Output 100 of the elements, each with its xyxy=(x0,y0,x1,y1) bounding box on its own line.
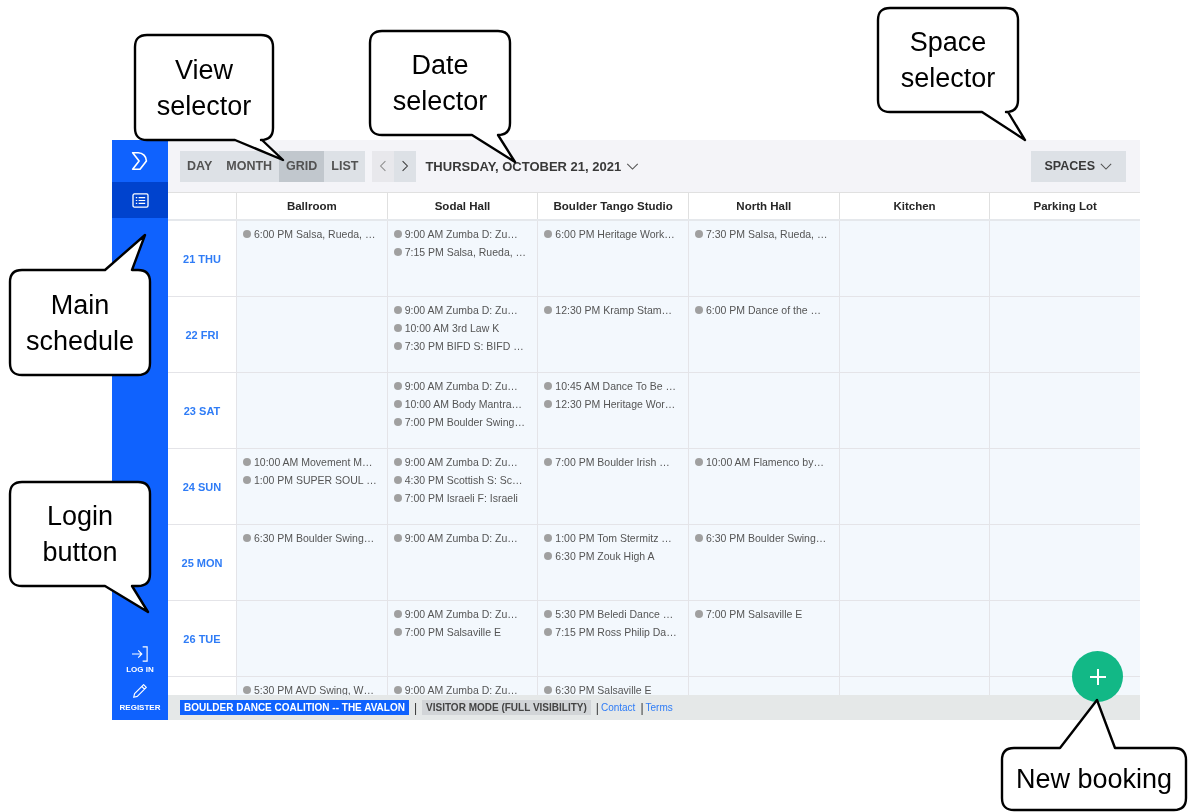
event-entry[interactable]: 7:00 PM Israeli F: Israeli xyxy=(404,492,518,504)
status-dot xyxy=(544,400,553,408)
event-entry[interactable]: 4:30 PM Scottish S: Sc… xyxy=(404,474,523,486)
callout-text: New booking xyxy=(1015,763,1173,796)
column-header: Sodal Hall xyxy=(434,200,491,212)
status-dot xyxy=(544,534,553,542)
view-tab[interactable]: DAY xyxy=(180,150,220,182)
login-icon xyxy=(131,646,149,662)
event-entry[interactable]: 9:00 AM Zumba D: Zu… xyxy=(404,608,518,620)
event-entry[interactable]: 9:00 AM Zumba D: Zu… xyxy=(404,684,518,695)
event-entry[interactable]: 7:00 PM Boulder Irish … xyxy=(555,456,670,468)
event-entry[interactable]: 7:00 PM Salsaville E xyxy=(706,608,803,620)
event-entry[interactable]: 7:15 PM Ross Philip Da… xyxy=(555,626,677,638)
status-dot xyxy=(243,230,251,238)
status-dot xyxy=(393,324,402,332)
view-tab[interactable]: GRID xyxy=(279,150,325,182)
column-header: Kitchen xyxy=(893,200,936,212)
event-entry[interactable]: 10:45 AM Dance To Be … xyxy=(555,380,676,392)
status-dot xyxy=(243,534,251,542)
status-dot xyxy=(393,610,402,618)
register-button[interactable]: REGISTER xyxy=(119,682,161,712)
event-entry[interactable]: 9:00 AM Zumba D: Zu… xyxy=(404,380,518,392)
status-dot xyxy=(544,382,553,390)
callout-text: Main schedule xyxy=(24,288,136,358)
event-entry[interactable]: 1:00 PM Tom Stermitz … xyxy=(555,532,672,544)
status-dot xyxy=(393,418,402,426)
status-dot xyxy=(243,686,251,694)
status-dot xyxy=(544,610,553,618)
day-label: 21 THU xyxy=(183,252,221,265)
event-entry[interactable]: 7:30 PM Salsa, Rueda, … xyxy=(706,228,828,240)
status-dot xyxy=(544,458,553,466)
status-dot xyxy=(695,230,703,238)
chevron-down-icon xyxy=(1100,162,1112,170)
event-entry[interactable]: 7:30 PM BIFD S: BIFD … xyxy=(404,340,524,352)
day-label: 22 FRI xyxy=(185,328,219,341)
status-dot xyxy=(544,230,553,238)
column-header: Boulder Tango Studio xyxy=(553,200,673,212)
day-label: 24 SUN xyxy=(182,480,222,493)
chevron-down-icon xyxy=(626,162,640,170)
callout-text: Login button xyxy=(41,500,119,569)
event-entry[interactable]: 9:00 AM Zumba D: Zu… xyxy=(404,456,518,468)
event-entry[interactable]: 10:00 AM 3rd Law K xyxy=(404,322,500,334)
event-entry[interactable]: 7:15 PM Salsa, Rueda, … xyxy=(404,246,527,258)
column-header: Ballroom xyxy=(286,200,337,212)
view-tab[interactable]: LIST xyxy=(324,150,366,182)
event-entry[interactable]: 10:00 AM Flamenco by… xyxy=(706,456,824,468)
status-dot xyxy=(695,458,703,466)
status-dot xyxy=(393,494,402,502)
status-dot xyxy=(544,306,553,314)
status-dot xyxy=(393,230,402,238)
status-dot xyxy=(544,686,553,694)
event-entry[interactable]: 6:30 PM Zouk High A xyxy=(555,550,655,562)
status-dot xyxy=(393,628,402,636)
event-entry[interactable]: 7:00 PM Boulder Swing… xyxy=(404,416,525,428)
callout-text: View selector xyxy=(155,53,253,123)
status-dot xyxy=(544,628,553,636)
status-dot xyxy=(695,306,703,314)
event-entry[interactable]: 6:00 PM Salsa, Rueda, … xyxy=(254,228,376,240)
event-entry[interactable]: 9:00 AM Zumba D: Zu… xyxy=(404,228,518,240)
chevron-right-icon xyxy=(401,160,410,172)
event-entry[interactable]: 10:00 AM Body Mantra… xyxy=(404,398,522,410)
status-dot xyxy=(393,686,402,694)
event-entry[interactable]: 6:00 PM Heritage Work… xyxy=(555,228,675,240)
status-dot xyxy=(393,342,402,350)
event-entry[interactable]: 6:30 PM Salsaville E xyxy=(555,684,652,695)
event-entry[interactable]: 5:30 PM Beledi Dance … xyxy=(555,608,674,620)
event-entry[interactable]: 6:30 PM Boulder Swing… xyxy=(706,532,827,544)
event-entry[interactable]: 6:30 PM Boulder Swing… xyxy=(254,532,375,544)
event-entry[interactable]: 12:30 PM Heritage Wor… xyxy=(555,398,676,410)
status-dot xyxy=(695,610,703,618)
date-selector[interactable]: THURSDAY, OCTOBER 21, 2021 xyxy=(423,158,642,174)
login-button[interactable]: LOG IN xyxy=(126,646,154,674)
status-dot xyxy=(243,476,251,484)
column-header: North Hall xyxy=(736,200,792,212)
event-entry[interactable]: 12:30 PM Kramp Stam… xyxy=(555,304,673,316)
event-entry[interactable]: 7:00 PM Salsaville E xyxy=(404,626,501,638)
callout-text: Date selector xyxy=(391,49,489,118)
organization-tag: BOULDER DANCE COALITION -- THE AVALON xyxy=(180,700,409,715)
next-button[interactable] xyxy=(394,150,417,182)
spaces-dropdown[interactable]: SPACES xyxy=(1030,150,1126,182)
status-dot xyxy=(393,400,402,408)
schedule-nav-item[interactable] xyxy=(112,182,168,218)
view-tab[interactable]: MONTH xyxy=(219,150,280,182)
callout-text: Space selector xyxy=(899,26,997,95)
event-entry[interactable]: 9:00 AM Zumba D: Zu… xyxy=(404,304,518,316)
status-dot xyxy=(393,382,402,390)
status-dot xyxy=(695,534,703,542)
event-entry[interactable]: 1:00 PM SUPER SOUL … xyxy=(254,474,377,486)
event-entry[interactable]: 10:00 AM Movement M… xyxy=(254,456,373,468)
day-label: 26 TUE xyxy=(183,632,221,645)
day-label: 25 MON xyxy=(181,556,223,569)
status-dot xyxy=(393,534,402,542)
separator: | xyxy=(413,700,418,715)
event-entry[interactable]: 6:00 PM Dance of the … xyxy=(706,304,821,316)
column-header: Parking Lot xyxy=(1033,200,1097,212)
status-dot xyxy=(393,248,402,256)
plus-icon xyxy=(1087,666,1108,687)
pencil-icon xyxy=(131,682,149,700)
event-entry[interactable]: 9:00 AM Zumba D: Zu… xyxy=(404,532,518,544)
separator: | xyxy=(640,700,644,715)
